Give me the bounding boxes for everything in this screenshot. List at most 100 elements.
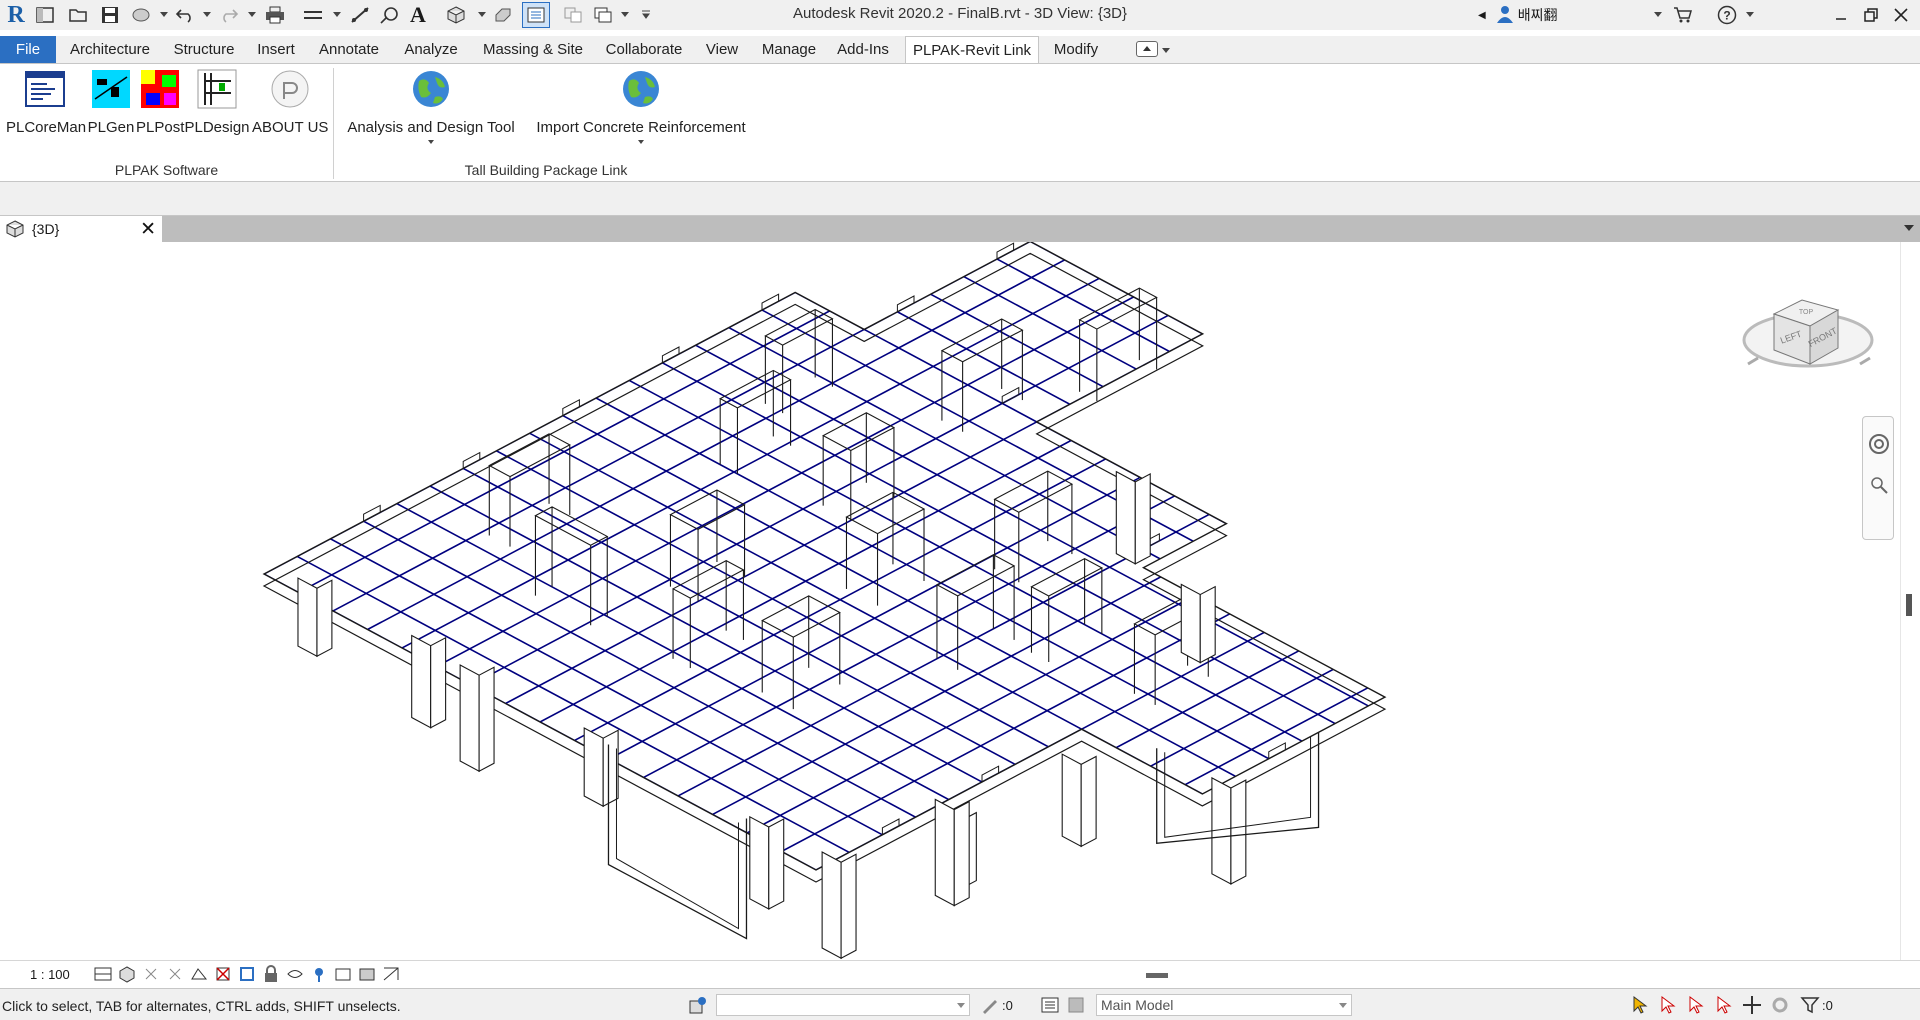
user-name[interactable]: 배찌翻 bbox=[1518, 5, 1608, 25]
plpost-button[interactable]: PLPost bbox=[136, 69, 184, 136]
edge-block[interactable] bbox=[562, 398, 580, 417]
sun-path-icon[interactable] bbox=[142, 965, 160, 983]
show-analytical-model-icon[interactable] bbox=[382, 965, 400, 983]
import-reinforcement-dropdown-icon[interactable] bbox=[638, 140, 644, 144]
column[interactable] bbox=[1115, 470, 1136, 565]
edge-block[interactable] bbox=[661, 346, 680, 364]
edge-block[interactable] bbox=[363, 504, 381, 523]
close-hidden-icon[interactable] bbox=[562, 4, 584, 26]
rebar-line[interactable] bbox=[402, 278, 1168, 685]
tab-manage[interactable]: Manage bbox=[754, 36, 824, 63]
rebar-line[interactable] bbox=[609, 389, 1375, 796]
edge-block[interactable] bbox=[896, 295, 915, 313]
ribbon-options-dropdown-icon[interactable] bbox=[1162, 48, 1170, 53]
cart-icon[interactable] bbox=[1672, 4, 1694, 26]
switch-windows-dropdown-icon[interactable] bbox=[621, 12, 629, 17]
redo-icon[interactable] bbox=[218, 4, 240, 26]
tab-plpak-revit-link[interactable]: PLPAK-Revit Link bbox=[905, 36, 1039, 64]
restore-icon[interactable] bbox=[1856, 2, 1886, 28]
shear-wall[interactable] bbox=[761, 595, 841, 638]
rebar-line[interactable] bbox=[893, 242, 1653, 612]
model-wireframe[interactable] bbox=[0, 242, 1900, 960]
rebar-line[interactable] bbox=[859, 242, 1619, 629]
visual-style-icon[interactable] bbox=[118, 965, 136, 983]
sync-icon[interactable] bbox=[130, 4, 152, 26]
undo-dropdown-icon[interactable] bbox=[203, 12, 211, 17]
column[interactable] bbox=[1061, 753, 1082, 848]
rebar-line[interactable] bbox=[506, 334, 1271, 741]
document-menu-dropdown-icon[interactable] bbox=[1904, 225, 1914, 231]
detail-level-icon[interactable] bbox=[94, 965, 112, 983]
design-options-icon[interactable] bbox=[1040, 995, 1060, 1015]
close-icon[interactable]: ✕ bbox=[140, 218, 156, 241]
tab-view[interactable]: View bbox=[696, 36, 748, 63]
help-icon[interactable]: ? bbox=[1716, 4, 1738, 26]
column[interactable] bbox=[297, 577, 318, 658]
shear-wall[interactable] bbox=[845, 491, 926, 535]
tab-modify[interactable]: Modify bbox=[1044, 36, 1108, 63]
rebar-line[interactable] bbox=[920, 556, 1685, 960]
user-dropdown-icon[interactable] bbox=[1654, 12, 1662, 17]
open-icon[interactable] bbox=[68, 4, 90, 26]
rebar-line[interactable] bbox=[333, 242, 1099, 648]
switch-windows-icon[interactable] bbox=[592, 4, 614, 26]
column[interactable] bbox=[768, 818, 785, 910]
revit-logo-icon[interactable]: R bbox=[4, 2, 28, 28]
main-model-icon[interactable] bbox=[1066, 995, 1086, 1015]
rebar-line[interactable] bbox=[885, 537, 1650, 943]
plcoreman-button[interactable]: PLCoreMan bbox=[6, 69, 86, 136]
column[interactable] bbox=[1230, 779, 1247, 885]
3d-view-canvas[interactable]: TOP LEFT FRONT bbox=[0, 242, 1900, 960]
column[interactable] bbox=[478, 666, 495, 773]
column[interactable] bbox=[1211, 776, 1232, 885]
column[interactable] bbox=[583, 727, 604, 808]
3d-view-icon[interactable] bbox=[445, 4, 467, 26]
view-scale[interactable]: 1 : 100 bbox=[30, 967, 70, 982]
render-icon[interactable] bbox=[190, 965, 208, 983]
column[interactable] bbox=[934, 798, 955, 907]
temporary-view-properties-icon[interactable] bbox=[358, 965, 376, 983]
tab-insert[interactable]: Insert bbox=[248, 36, 304, 63]
crop-view-icon[interactable] bbox=[214, 965, 232, 983]
edge-block[interactable] bbox=[761, 293, 780, 311]
rebar-line[interactable] bbox=[678, 426, 1443, 833]
tab-annotate[interactable]: Annotate bbox=[310, 36, 388, 63]
column[interactable] bbox=[1080, 755, 1097, 848]
redo-dropdown-icon[interactable] bbox=[248, 12, 256, 17]
measure-icon[interactable] bbox=[302, 4, 324, 26]
user-icon[interactable] bbox=[1496, 5, 1514, 26]
reveal-hidden-icon[interactable] bbox=[310, 965, 328, 983]
view-cube[interactable]: TOP LEFT FRONT bbox=[1740, 292, 1876, 384]
column[interactable] bbox=[1134, 473, 1151, 565]
vertical-scrollbar[interactable] bbox=[1900, 242, 1920, 960]
rebar-line[interactable] bbox=[540, 352, 1306, 759]
ribbon-minimize-icon[interactable] bbox=[1136, 41, 1158, 57]
shear-wall[interactable] bbox=[719, 369, 792, 409]
edge-block[interactable] bbox=[462, 451, 481, 470]
rebar-line[interactable] bbox=[368, 260, 1133, 667]
shear-wall[interactable] bbox=[935, 554, 1016, 597]
lock-view-icon[interactable] bbox=[262, 965, 280, 983]
save-icon[interactable] bbox=[99, 4, 121, 26]
column[interactable] bbox=[749, 815, 770, 910]
columns[interactable] bbox=[297, 470, 1320, 960]
rebar-line[interactable] bbox=[926, 242, 1686, 594]
horizontal-scroll-thumb[interactable] bbox=[1146, 973, 1168, 978]
doc-tab-3d[interactable]: {3D} ✕ bbox=[0, 216, 162, 242]
rebar-line[interactable] bbox=[644, 408, 1409, 815]
column[interactable] bbox=[459, 664, 480, 773]
home-icon[interactable] bbox=[34, 4, 56, 26]
select-pinned-icon[interactable] bbox=[1686, 995, 1706, 1015]
frame-beam[interactable] bbox=[607, 744, 748, 940]
text-icon[interactable]: A bbox=[407, 2, 429, 27]
edge-block[interactable] bbox=[981, 765, 1000, 783]
analysis-and-design-tool-button[interactable]: Analysis and Design Tool bbox=[344, 69, 518, 144]
worksharing-display-icon[interactable] bbox=[334, 965, 352, 983]
thin-lines-icon[interactable] bbox=[522, 2, 550, 28]
column[interactable] bbox=[821, 851, 842, 960]
tab-structure[interactable]: Structure bbox=[166, 36, 242, 63]
print-icon[interactable] bbox=[264, 4, 286, 26]
plgen-button[interactable]: PLGen bbox=[86, 69, 136, 136]
design-option-select[interactable]: Main Model bbox=[1096, 994, 1352, 1016]
undo-icon[interactable] bbox=[174, 4, 196, 26]
